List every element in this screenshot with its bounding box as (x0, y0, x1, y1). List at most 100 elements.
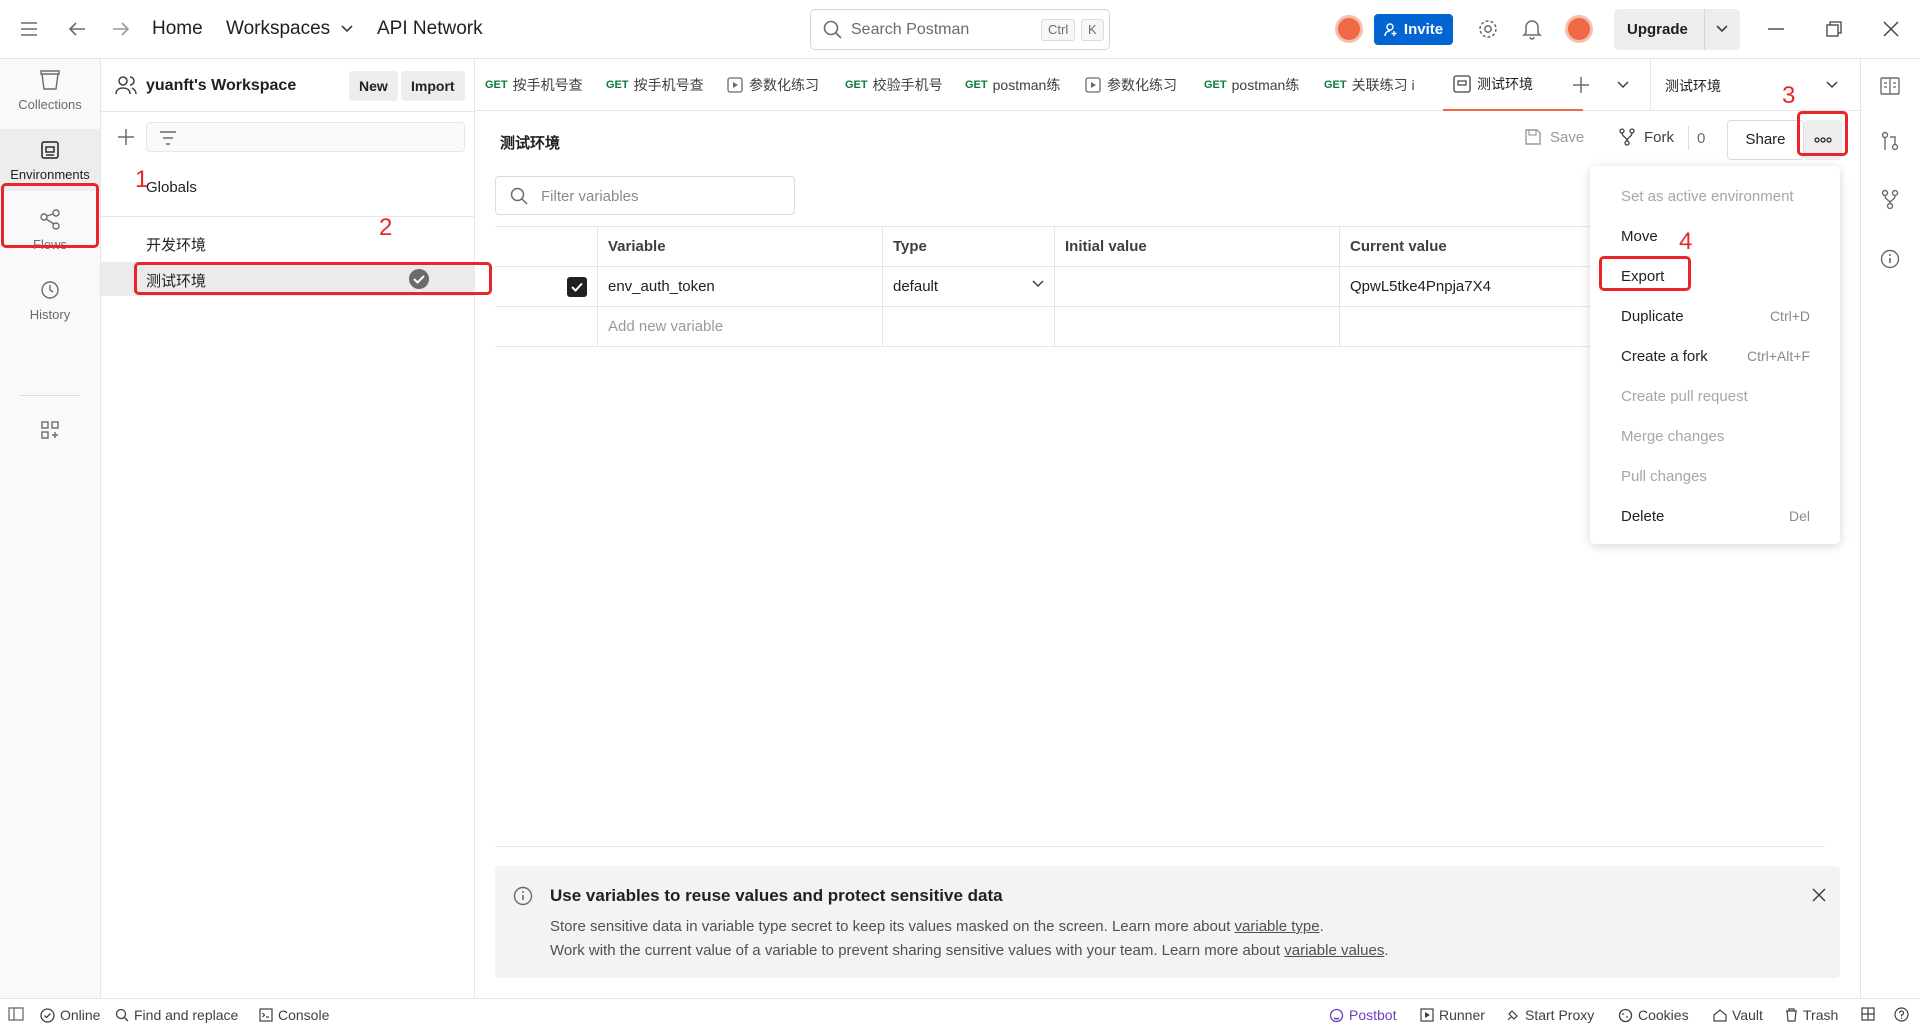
home-link[interactable]: Home (152, 18, 203, 40)
menu-item-shortcut: Ctrl+D (1769, 308, 1810, 324)
empty-cell[interactable] (882, 306, 1055, 347)
console-button[interactable]: Console (259, 1007, 329, 1023)
cookies-button[interactable]: Cookies (1618, 1007, 1689, 1023)
divider (1704, 9, 1705, 50)
settings-gear-icon[interactable] (1475, 16, 1501, 42)
tab-flow-2[interactable]: 参数化练习 (1085, 59, 1185, 111)
filter-lines-icon[interactable] (159, 131, 177, 145)
new-button[interactable]: New (349, 71, 398, 101)
status-bar: Online Find and replace Console Postbot … (0, 998, 1920, 1030)
env-item-dev[interactable]: 开发环境 (101, 226, 475, 260)
tab-request-5[interactable]: GET postman练 (1204, 59, 1304, 111)
kbd-ctrl: Ctrl (1041, 19, 1076, 41)
tab-request-6[interactable]: GET 关联练习 i (1324, 59, 1424, 111)
environment-selector[interactable]: 测试环境 (1651, 59, 1860, 111)
share-button[interactable]: Share (1727, 120, 1804, 160)
method-badge: GET (606, 79, 629, 91)
postbot-icon (1329, 1008, 1344, 1022)
tab-request-4[interactable]: GET postman练 (965, 59, 1065, 111)
banner-text: Store sensitive data in variable type se… (550, 918, 1235, 935)
restore-window-icon[interactable] (1821, 16, 1847, 42)
initial-value-cell[interactable] (1054, 266, 1340, 307)
team-avatar[interactable] (1335, 15, 1363, 43)
menu-item-pull[interactable]: Pull changes (1590, 456, 1840, 496)
menu-item-label: Create pull request (1621, 388, 1748, 405)
info-icon[interactable] (1880, 249, 1900, 269)
documentation-icon[interactable] (1880, 76, 1900, 96)
menu-item-set-active[interactable]: Set as active environment (1590, 176, 1840, 216)
layout-button[interactable] (1861, 1007, 1875, 1021)
start-proxy-button[interactable]: Start Proxy (1506, 1007, 1594, 1023)
import-button[interactable]: Import (401, 71, 465, 101)
new-tab-plus-icon[interactable] (1572, 76, 1590, 94)
online-label: Online (60, 1007, 101, 1023)
variable-type-select[interactable]: default (882, 266, 1055, 307)
rail-configure-workbench[interactable] (0, 409, 100, 471)
close-window-icon[interactable] (1878, 16, 1904, 42)
kbd-k: K (1081, 19, 1104, 41)
menu-item-merge[interactable]: Merge changes (1590, 416, 1840, 456)
tabs-overflow-chevron-icon[interactable] (1617, 81, 1629, 89)
environments-icon (41, 141, 59, 159)
upgrade-button[interactable]: Upgrade (1627, 21, 1688, 38)
fork-icon[interactable] (1880, 189, 1900, 209)
menu-item-duplicate[interactable]: Duplicate Ctrl+D (1590, 296, 1840, 336)
pull-request-icon[interactable] (1880, 131, 1900, 151)
back-arrow-icon[interactable] (64, 16, 90, 42)
forward-arrow-icon[interactable] (108, 16, 134, 42)
menu-item-create-pr[interactable]: Create pull request (1590, 376, 1840, 416)
help-button[interactable] (1894, 1007, 1909, 1022)
environment-tab-icon (1453, 75, 1471, 93)
save-button[interactable]: Save (1524, 128, 1584, 146)
annotation-box-more-actions (1797, 111, 1848, 156)
filter-variables-input[interactable]: Filter variables (495, 176, 795, 215)
postbot-label: Postbot (1349, 1007, 1397, 1023)
rail-environments[interactable]: Environments (0, 129, 100, 191)
workspace-name[interactable]: yuanft's Workspace (146, 77, 296, 95)
variable-name-cell[interactable]: env_auth_token (597, 266, 883, 307)
tab-request-3[interactable]: GET 校验手机号 (845, 59, 945, 111)
tab-request-2[interactable]: GET 按手机号查 (606, 59, 706, 111)
menu-item-move[interactable]: Move (1590, 216, 1840, 256)
menu-item-delete[interactable]: Delete Del (1590, 496, 1840, 536)
sidebar-search-input[interactable] (146, 122, 465, 152)
share-label: Share (1745, 131, 1786, 148)
globals-item[interactable]: Globals (101, 171, 475, 205)
rail-collections[interactable]: Collections (0, 59, 100, 121)
find-replace-button[interactable]: Find and replace (115, 1007, 238, 1023)
menu-item-create-fork[interactable]: Create a fork Ctrl+Alt+F (1590, 336, 1840, 376)
add-variable-input[interactable]: Add new variable (597, 306, 883, 347)
workspaces-menu[interactable]: Workspaces (226, 18, 354, 40)
tab-environment-active[interactable]: 测试环境 (1443, 59, 1583, 111)
empty-cell[interactable] (1339, 306, 1600, 347)
notification-bell-icon[interactable] (1519, 16, 1545, 42)
minimize-window-icon[interactable] (1763, 16, 1789, 42)
trash-icon (1786, 1008, 1797, 1022)
environment-title[interactable]: 测试环境 (500, 132, 560, 153)
tab-request-1[interactable]: GET 按手机号查 (485, 59, 590, 111)
user-avatar[interactable] (1565, 15, 1593, 43)
api-network-link[interactable]: API Network (377, 18, 483, 40)
hamburger-menu-icon[interactable] (16, 16, 42, 42)
search-bar[interactable]: Search Postman Ctrl K (810, 9, 1110, 50)
vault-button[interactable]: Vault (1713, 1007, 1763, 1023)
trash-button[interactable]: Trash (1785, 1007, 1838, 1023)
rail-history[interactable]: History (0, 269, 100, 331)
upgrade-chevron-icon[interactable] (1716, 25, 1728, 33)
sidebar: yuanft's Workspace New Import Globals 开发… (101, 59, 475, 998)
add-environment-icon[interactable] (117, 128, 135, 146)
invite-button[interactable]: Invite (1374, 14, 1453, 45)
toggle-sidebar-button[interactable] (8, 1007, 24, 1021)
chevron-down-icon (1826, 81, 1838, 89)
current-value-cell[interactable]: QpwL5tke4Pnpja7X4 (1339, 266, 1600, 307)
tab-flow-1[interactable]: 参数化练习 (727, 59, 827, 111)
checkbox-checked-icon[interactable] (567, 276, 587, 297)
runner-button[interactable]: Runner (1420, 1007, 1485, 1023)
online-status[interactable]: Online (40, 1007, 100, 1023)
empty-cell[interactable] (1054, 306, 1340, 347)
fork-button[interactable]: Fork (1618, 128, 1674, 146)
variable-values-link[interactable]: variable values (1284, 942, 1384, 959)
close-banner-icon[interactable] (1812, 888, 1826, 902)
variable-type-link[interactable]: variable type (1235, 918, 1320, 935)
postbot-button[interactable]: Postbot (1329, 1007, 1396, 1023)
